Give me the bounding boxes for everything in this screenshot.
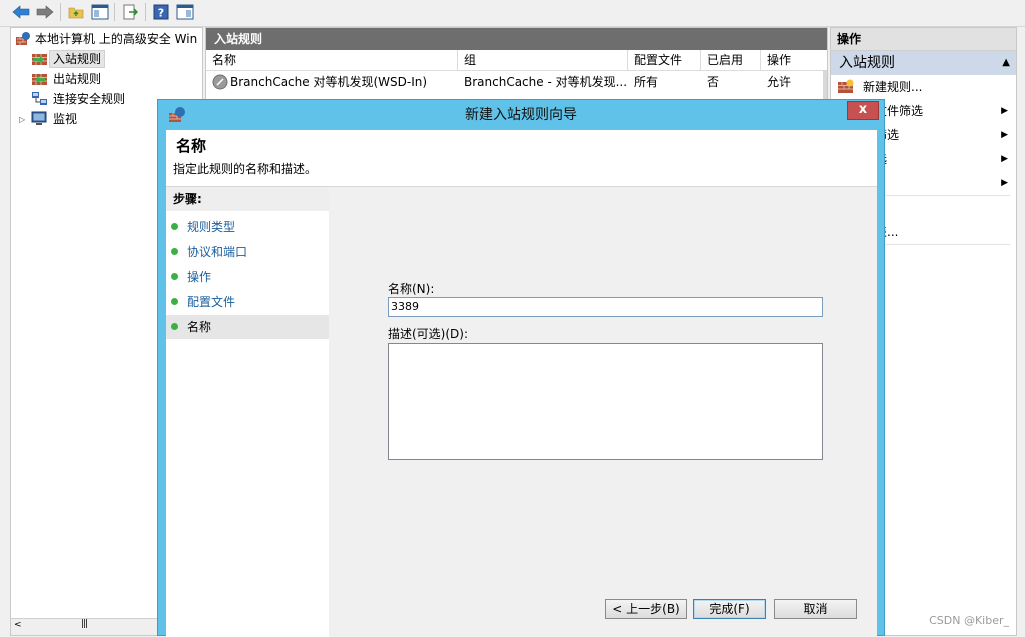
name-label: 名称(N): — [388, 282, 435, 296]
show-action-pane-icon[interactable] — [174, 2, 196, 22]
submenu-arrow-icon: ▶ — [1001, 106, 1008, 116]
submenu-arrow-icon: ▶ — [1001, 154, 1008, 164]
step-name: 名称 — [166, 315, 329, 339]
dialog-body: 名称 指定此规则的名称和描述。 步骤: 规则类型 协议和端口 操作 配置文件 名… — [166, 130, 877, 637]
tree-root-label: 本地计算机 上的高级安全 Win — [35, 32, 198, 46]
connection-security-icon — [31, 91, 49, 107]
rule-group: BranchCache - 对等机发现... — [464, 75, 628, 89]
column-header-group[interactable]: 组 — [458, 50, 628, 70]
tree-item-label: 入站规则 — [49, 50, 106, 68]
column-header-action[interactable]: 操作 — [761, 50, 821, 70]
column-header-enabled[interactable]: 已启用 — [701, 50, 761, 70]
toolbar: ? — [0, 0, 1025, 27]
wizard-content: 名称(N): 3389 描述(可选)(D): < 上一步(B) 完成(F) 取消 — [333, 187, 877, 637]
actions-section-label: 入站规则 — [839, 55, 895, 71]
tree-item-connection-security-rules[interactable]: 连接安全规则 — [31, 90, 129, 108]
step-bullet-icon — [171, 273, 178, 280]
submenu-arrow-icon: ▶ — [1001, 130, 1008, 140]
rule-name-input[interactable]: 3389 — [388, 297, 823, 317]
forward-arrow-icon[interactable] — [34, 2, 56, 22]
rule-enabled: 否 — [707, 75, 720, 89]
column-header-name[interactable]: 名称 — [206, 50, 458, 70]
description-label: 描述(可选)(D): — [388, 327, 469, 341]
description-textarea[interactable] — [388, 343, 823, 460]
step-action[interactable]: 操作 — [166, 265, 329, 289]
dialog-titlebar[interactable]: 新建入站规则向导 x — [158, 100, 884, 130]
cancel-button[interactable]: 取消 — [774, 599, 857, 619]
rule-name: BranchCache 对等机发现(WSD-In) — [230, 75, 428, 89]
rule-profile: 所有 — [634, 75, 659, 89]
step-label: 配置文件 — [187, 295, 236, 309]
step-bullet-icon — [171, 298, 178, 305]
finish-button[interactable]: 完成(F) — [693, 599, 766, 619]
table-header: 名称 组 配置文件 已启用 操作 — [206, 50, 827, 71]
tree-item-label: 连接安全规则 — [53, 92, 126, 106]
close-button[interactable]: x — [847, 101, 879, 120]
actions-section-inbound-rules[interactable]: 入站规则 ▲ — [831, 51, 1016, 75]
outbound-rules-icon — [31, 71, 49, 87]
actions-header: 操作 — [831, 28, 1016, 51]
step-bullet-icon — [171, 248, 178, 255]
center-vertical-scrollbar[interactable] — [823, 70, 827, 100]
export-list-icon[interactable] — [119, 2, 141, 22]
scroll-thumb-grip-icon[interactable]: ||| — [81, 619, 88, 629]
scroll-left-icon[interactable]: < — [14, 620, 22, 630]
tree-item-label: 监视 — [53, 112, 78, 126]
collapse-up-icon[interactable]: ▲ — [1002, 51, 1010, 75]
tree-item-inbound-rules[interactable]: 入站规则 — [31, 50, 106, 68]
tree-item-label: 出站规则 — [53, 72, 102, 86]
action-new-rule[interactable]: 新建规则... — [831, 75, 1016, 99]
wizard-page-subtitle: 指定此规则的名称和描述。 — [173, 162, 318, 176]
step-bullet-icon — [171, 223, 178, 230]
wizard-steps: 步骤: 规则类型 协议和端口 操作 配置文件 名称 — [166, 187, 329, 637]
action-label: 新建规则... — [863, 80, 923, 94]
table-row[interactable]: BranchCache 对等机发现(WSD-In) BranchCache - … — [206, 71, 827, 93]
back-arrow-icon[interactable] — [10, 2, 32, 22]
step-label: 名称 — [187, 320, 212, 334]
up-folder-icon[interactable] — [65, 2, 87, 22]
step-label: 规则类型 — [187, 220, 236, 234]
rules-list-header: 入站规则 — [206, 28, 827, 50]
step-rule-type[interactable]: 规则类型 — [166, 215, 329, 239]
step-profile[interactable]: 配置文件 — [166, 290, 329, 314]
new-inbound-rule-wizard: 新建入站规则向导 x 名称 指定此规则的名称和描述。 步骤: 规则类型 协议和端… — [157, 99, 885, 637]
tree-item-monitoring[interactable]: ▷ 监视 — [19, 110, 81, 128]
svg-text:?: ? — [158, 7, 164, 20]
column-header-profile[interactable]: 配置文件 — [628, 50, 701, 70]
tree-root[interactable]: 本地计算机 上的高级安全 Win — [15, 30, 201, 48]
step-label: 操作 — [187, 270, 212, 284]
wizard-header: 名称 指定此规则的名称和描述。 — [166, 130, 877, 187]
rule-disabled-icon — [212, 74, 228, 90]
dialog-title: 新建入站规则向导 — [465, 107, 577, 123]
step-label: 协议和端口 — [187, 245, 248, 259]
rule-action: 允许 — [767, 75, 792, 89]
step-protocol-and-ports[interactable]: 协议和端口 — [166, 240, 329, 264]
show-hide-tree-icon[interactable] — [89, 2, 111, 22]
steps-title: 步骤: — [166, 187, 329, 211]
watermark: CSDN @Kiber_ — [929, 614, 1009, 627]
expand-arrow-icon[interactable]: ▷ — [19, 115, 31, 124]
back-button[interactable]: < 上一步(B) — [605, 599, 687, 619]
tree-item-outbound-rules[interactable]: 出站规则 — [31, 70, 105, 88]
monitor-icon — [31, 111, 49, 127]
inbound-rules-icon — [31, 51, 49, 67]
submenu-arrow-icon: ▶ — [1001, 178, 1008, 188]
help-icon[interactable]: ? — [150, 2, 172, 22]
step-bullet-icon — [171, 323, 178, 330]
firewall-shield-icon — [15, 31, 31, 47]
wizard-page-title: 名称 — [176, 137, 207, 155]
